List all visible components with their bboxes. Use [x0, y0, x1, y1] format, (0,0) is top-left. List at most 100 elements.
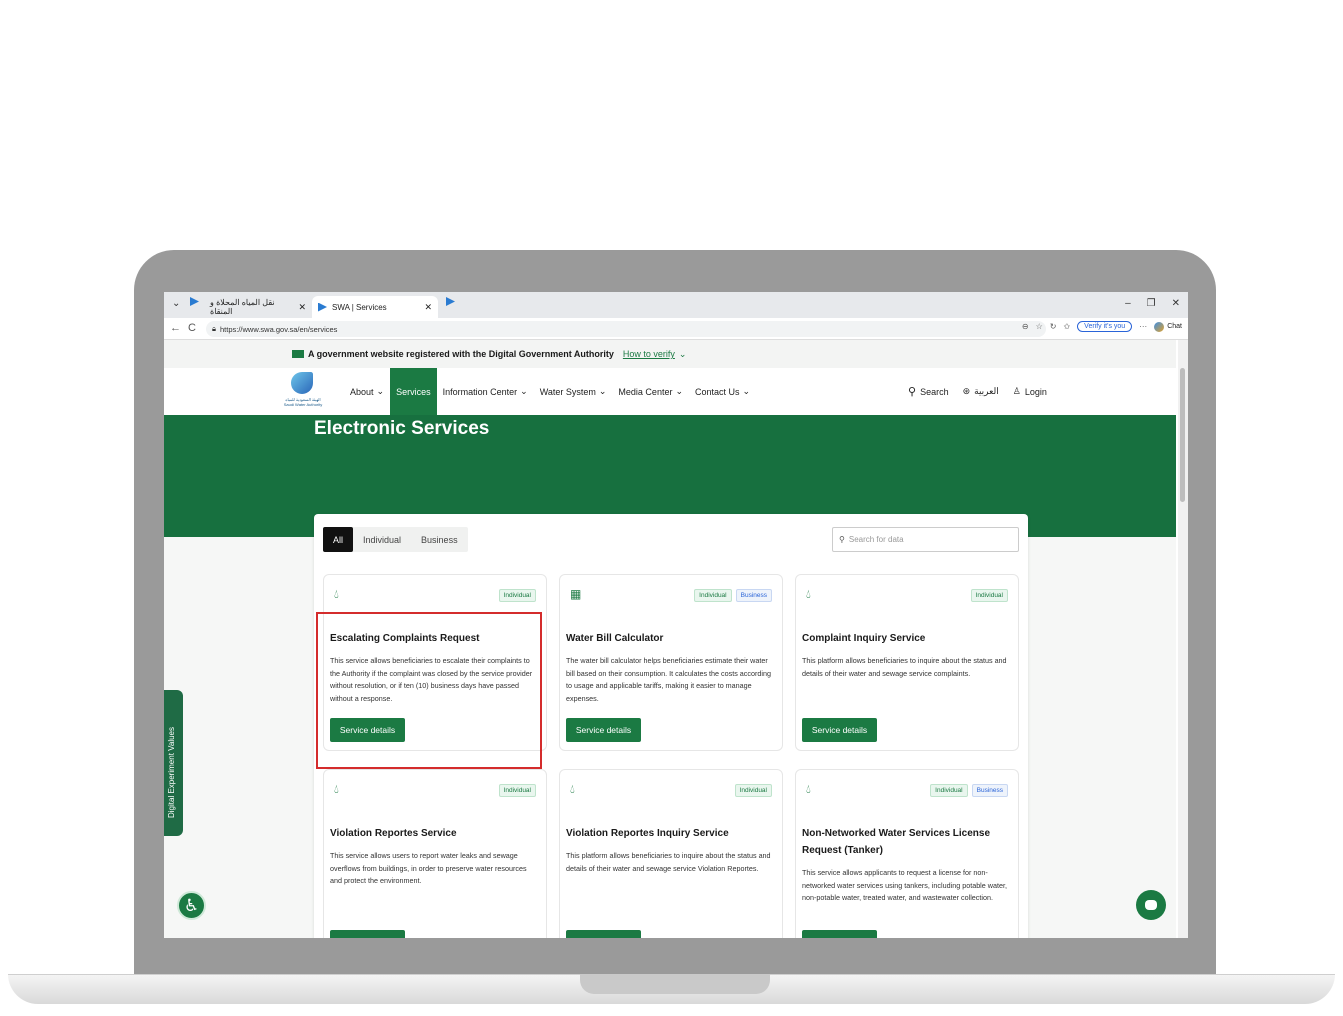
chevron-down-icon: ⌄ — [742, 386, 751, 396]
business-badge: Business — [735, 589, 772, 602]
chevron-down-icon: ⌄ — [598, 386, 607, 396]
individual-badge: Individual — [970, 589, 1008, 602]
side-feedback-tab[interactable]: Digital Experiment Values — [164, 690, 183, 836]
reload-icon[interactable]: C — [188, 322, 196, 334]
gov-banner-text: A government website registered with the… — [308, 349, 614, 359]
nav-item-label: About — [350, 386, 374, 397]
search-placeholder: Search for data — [848, 535, 904, 544]
search-button[interactable]: ⚲ Search — [908, 385, 949, 398]
business-badge: Business — [971, 784, 1008, 797]
new-tab-icon[interactable] — [446, 297, 455, 309]
collections-icon[interactable]: ✩ — [1063, 322, 1070, 331]
browser-favicon-icon — [190, 297, 199, 309]
url-text: https://www.swa.gov.sa/en/services — [220, 324, 338, 334]
copilot-chat-button[interactable]: Chat — [1154, 321, 1182, 332]
chat-bubble-icon[interactable] — [1136, 890, 1166, 920]
service-details-button[interactable]: Service details — [330, 930, 405, 938]
accessibility-icon[interactable]: ♿︎ — [177, 891, 206, 920]
service-card: 💧︎ Individual Violation Reportes Inquiry… — [559, 769, 783, 938]
nav-item-water-system[interactable]: Water System ⌄ — [534, 368, 613, 415]
service-card: ▦ Individual Business Water Bill Calcula… — [559, 574, 783, 751]
service-search-input[interactable]: ⚲ Search for data — [832, 527, 1019, 552]
login-button[interactable]: ♙ Login — [1013, 386, 1047, 397]
individual-badge: Individual — [498, 589, 536, 602]
nav-item-contact-us[interactable]: Contact Us ⌄ — [689, 368, 756, 415]
chat-label: Chat — [1167, 323, 1182, 330]
tab-list-icon[interactable]: ⌄ — [172, 298, 180, 309]
favicon-icon — [318, 302, 327, 312]
more-icon[interactable]: ··· — [1139, 322, 1147, 331]
card-badges: Individual — [498, 784, 536, 797]
nav-item-services[interactable]: Services — [390, 368, 437, 415]
card-badges: Individual Business — [694, 589, 772, 602]
individual-badge: Individual — [694, 589, 732, 602]
url-field[interactable]: 🔒︎ https://www.swa.gov.sa/en/services — [206, 321, 1046, 337]
favorite-icon[interactable]: ☆ — [1036, 322, 1043, 331]
drop-icon: 💧︎ — [806, 587, 811, 601]
stage: ⌄ نقل المياه المحلاة و المنقاة ✕ SWA | S… — [0, 0, 1343, 1016]
browser-tab-inactive[interactable]: نقل المياه المحلاة و المنقاة ✕ — [204, 296, 312, 318]
service-details-button[interactable]: Service details — [566, 718, 641, 742]
nav-menu: About ⌄ Services Information Center ⌄ Wate… — [344, 368, 756, 415]
chevron-down-icon: ⌄ — [675, 386, 683, 396]
drop-icon: 💧︎ — [334, 782, 339, 796]
restore-icon[interactable]: ❐ — [1147, 298, 1156, 309]
filter-business[interactable]: Business — [411, 527, 468, 552]
nav-item-label: Water System — [539, 386, 596, 397]
calculator-icon: ▦ — [570, 587, 582, 601]
chevron-down-icon[interactable]: ⌄ — [679, 349, 687, 360]
card-description: This service allows applicants to reques… — [802, 868, 1007, 902]
login-label: Login — [1024, 386, 1047, 397]
chat-glyph — [1145, 900, 1157, 910]
nav-item-label: Information Center — [442, 386, 518, 397]
swa-logo[interactable]: الهيئة السعودية للمياه Saudi Water Autho… — [281, 372, 325, 412]
service-details-button[interactable]: Service details — [802, 930, 877, 938]
nav-item-media-center[interactable]: Media Center ⌄ — [612, 368, 689, 415]
tab-close-icon[interactable]: ✕ — [424, 302, 432, 313]
nav-item-label: Contact Us — [695, 386, 740, 397]
individual-badge: Individual — [930, 784, 968, 797]
laptop-notch — [580, 974, 770, 994]
copilot-icon — [1154, 321, 1165, 332]
card-badges: Individual — [970, 589, 1008, 602]
search-icon: ⚲ — [839, 535, 845, 544]
back-icon[interactable]: ← — [170, 322, 181, 334]
scrollbar-thumb[interactable] — [1180, 368, 1185, 502]
chevron-down-icon: ⌄ — [376, 386, 385, 396]
tab-close-icon[interactable]: ✕ — [298, 302, 306, 313]
card-title: Violation Reportes Service — [330, 828, 457, 839]
filter-all[interactable]: All — [323, 527, 354, 552]
card-title: Non-Networked Water Services License Req… — [802, 828, 991, 856]
service-card: 💧︎ Individual Complaint Inquiry Service … — [795, 574, 1019, 751]
card-title: Water Bill Calculator — [566, 633, 664, 644]
tab-title: SWA | Services — [332, 302, 387, 312]
language-label: العربية — [974, 386, 999, 396]
card-description: The water bill calculator helps benefici… — [566, 656, 771, 703]
language-icon: ⊛ — [962, 386, 971, 396]
page-scrollbar[interactable] — [1178, 340, 1188, 938]
service-details-button[interactable]: Service details — [566, 930, 641, 938]
user-icon: ♙ — [1012, 386, 1021, 396]
window-close-icon[interactable]: ✕ — [1172, 298, 1180, 309]
verify-button[interactable]: Verify it's you — [1077, 321, 1133, 332]
nav-item-label: Services — [396, 386, 431, 397]
card-title: Complaint Inquiry Service — [802, 633, 926, 644]
refresh-icon[interactable]: ↻ — [1050, 322, 1057, 331]
chevron-down-icon: ⌄ — [520, 386, 528, 396]
main-navbar: الهيئة السعودية للمياه Saudi Water Autho… — [164, 368, 1176, 415]
card-badges: Individual — [498, 589, 536, 602]
card-description: This platform allows beneficiaries to in… — [802, 656, 1007, 678]
nav-item-about[interactable]: About ⌄ — [344, 368, 390, 415]
service-details-button[interactable]: Service details — [802, 718, 877, 742]
browser-tab-active[interactable]: SWA | Services ✕ — [312, 296, 438, 318]
page-title: Electronic Services — [314, 418, 490, 439]
browser-toolbar: ⊖ ☆ ↻ ✩ Verify it's you ··· Chat — [1022, 321, 1182, 332]
language-button[interactable]: ⊛ العربية — [963, 386, 999, 397]
gov-banner: A government website registered with the… — [164, 340, 1176, 368]
zoom-icon[interactable]: ⊖ — [1022, 322, 1029, 331]
filter-individual[interactable]: Individual — [353, 527, 411, 552]
saudi-flag-icon — [292, 350, 304, 358]
minimize-icon[interactable]: – — [1125, 298, 1131, 309]
how-to-verify-link[interactable]: How to verify — [623, 349, 675, 359]
nav-item-information-center[interactable]: Information Center ⌄ — [437, 368, 534, 415]
